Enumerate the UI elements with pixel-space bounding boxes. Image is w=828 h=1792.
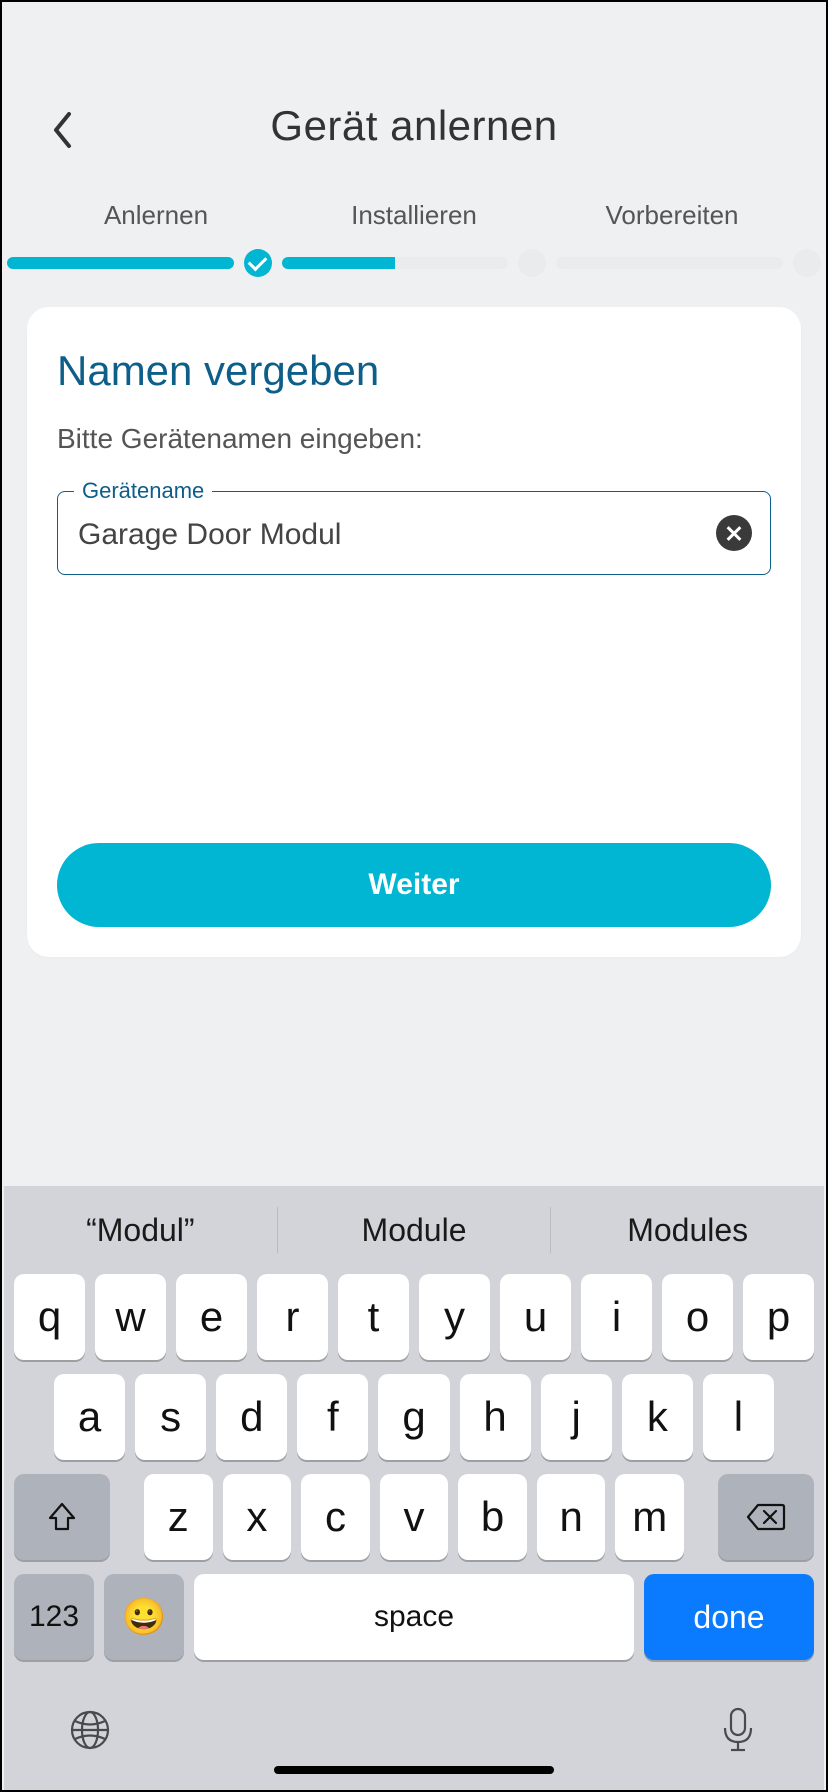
keyboard: “Modul” Module Modules q w e r t y u i o…	[4, 1186, 824, 1790]
key-w[interactable]: w	[95, 1274, 166, 1360]
progress-bar-2	[282, 257, 509, 269]
continue-button[interactable]: Weiter	[57, 843, 771, 927]
home-indicator[interactable]	[274, 1766, 554, 1774]
key-x[interactable]: x	[223, 1474, 292, 1560]
suggestion-bar: “Modul” Module Modules	[4, 1186, 824, 1274]
key-g[interactable]: g	[378, 1374, 449, 1460]
key-row-1: q w e r t y u i o p	[4, 1274, 824, 1374]
key-k[interactable]: k	[622, 1374, 693, 1460]
device-name-field[interactable]: Gerätename	[57, 491, 771, 575]
backspace-icon	[746, 1502, 786, 1532]
card-title: Namen vergeben	[57, 347, 771, 395]
key-h[interactable]: h	[460, 1374, 531, 1460]
key-e[interactable]: e	[176, 1274, 247, 1360]
key-u[interactable]: u	[500, 1274, 571, 1360]
progress-bar-3	[556, 257, 783, 269]
key-j[interactable]: j	[541, 1374, 612, 1460]
step-dot-2	[518, 249, 546, 277]
key-c[interactable]: c	[301, 1474, 370, 1560]
key-row-2: a s d f g h j k l	[4, 1374, 824, 1474]
key-i[interactable]: i	[581, 1274, 652, 1360]
key-v[interactable]: v	[380, 1474, 449, 1560]
key-123[interactable]: 123	[14, 1574, 94, 1660]
key-q[interactable]: q	[14, 1274, 85, 1360]
key-p[interactable]: p	[743, 1274, 814, 1360]
mic-icon	[720, 1706, 756, 1754]
globe-icon	[68, 1708, 112, 1752]
step-dot-1-complete	[244, 249, 272, 277]
key-done[interactable]: done	[644, 1574, 814, 1660]
mic-button[interactable]	[712, 1704, 764, 1756]
key-s[interactable]: s	[135, 1374, 206, 1460]
card-subtitle: Bitte Gerätenamen eingeben:	[57, 423, 771, 455]
suggestion-1[interactable]: “Modul”	[4, 1212, 277, 1249]
globe-button[interactable]	[64, 1704, 116, 1756]
clear-input-button[interactable]	[716, 515, 752, 551]
shift-icon	[46, 1501, 78, 1533]
key-b[interactable]: b	[458, 1474, 527, 1560]
key-n[interactable]: n	[537, 1474, 606, 1560]
key-d[interactable]: d	[216, 1374, 287, 1460]
key-backspace[interactable]	[718, 1474, 814, 1560]
progress-bar-1	[7, 257, 234, 269]
key-o[interactable]: o	[662, 1274, 733, 1360]
key-f[interactable]: f	[297, 1374, 368, 1460]
key-y[interactable]: y	[419, 1274, 490, 1360]
back-button[interactable]	[42, 110, 82, 150]
suggestion-2[interactable]: Module	[278, 1212, 551, 1249]
page-title: Gerät anlernen	[32, 102, 796, 150]
stepper: Anlernen Installieren Vorbereiten	[2, 150, 826, 249]
key-m[interactable]: m	[615, 1474, 684, 1560]
field-label: Gerätename	[74, 478, 212, 504]
device-name-input[interactable]	[78, 518, 750, 552]
content-card: Namen vergeben Bitte Gerätenamen eingebe…	[27, 307, 801, 957]
chevron-left-icon	[51, 111, 73, 149]
step-dot-3	[793, 249, 821, 277]
key-emoji[interactable]: 😀	[104, 1574, 184, 1660]
step-label-1: Anlernen	[27, 200, 285, 231]
keyboard-bottom-bar	[4, 1680, 824, 1790]
key-l[interactable]: l	[703, 1374, 774, 1460]
emoji-icon: 😀	[122, 1596, 167, 1638]
key-row-3: z x c v b n m	[4, 1474, 824, 1574]
suggestion-3[interactable]: Modules	[551, 1212, 824, 1249]
key-t[interactable]: t	[338, 1274, 409, 1360]
key-z[interactable]: z	[144, 1474, 213, 1560]
key-row-4: 123 😀 space done	[4, 1574, 824, 1680]
key-r[interactable]: r	[257, 1274, 328, 1360]
step-label-3: Vorbereiten	[543, 200, 801, 231]
stepper-bars	[2, 249, 826, 307]
key-a[interactable]: a	[54, 1374, 125, 1460]
key-shift[interactable]	[14, 1474, 110, 1560]
step-label-2: Installieren	[285, 200, 543, 231]
key-space[interactable]: space	[194, 1574, 634, 1660]
